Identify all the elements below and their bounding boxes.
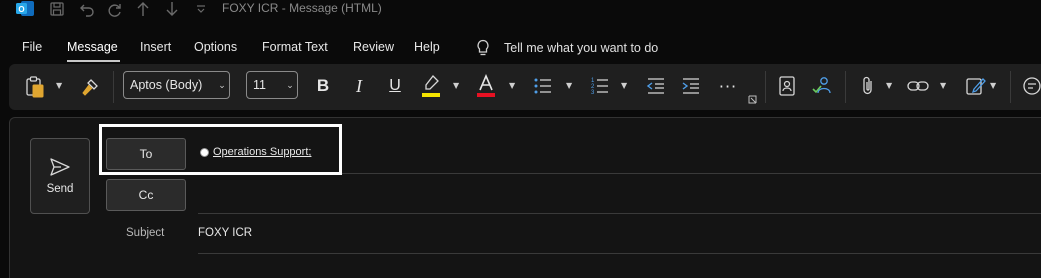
tab-options[interactable]: Options: [194, 40, 237, 54]
italic-icon[interactable]: I: [348, 75, 370, 97]
svg-text:O: O: [18, 5, 24, 14]
highlight-swatch: [422, 93, 440, 97]
font-color-icon[interactable]: [475, 73, 497, 99]
window-title: FOXY ICR - Message (HTML): [222, 1, 382, 15]
cc-field-underline: [198, 213, 1041, 214]
tab-help[interactable]: Help: [414, 40, 440, 54]
font-size-dropdown[interactable]: 11 ⌄: [246, 71, 298, 99]
increase-indent-icon[interactable]: [680, 75, 702, 97]
highlight-dropdown-icon[interactable]: ▼: [453, 81, 459, 90]
bold-icon[interactable]: B: [312, 75, 334, 97]
check-names-icon[interactable]: [811, 75, 835, 97]
link-dropdown-icon[interactable]: ▼: [940, 81, 946, 90]
tab-review[interactable]: Review: [353, 40, 394, 54]
format-painter-icon[interactable]: [79, 76, 101, 98]
ribbon-separator: [113, 71, 114, 103]
font-name-dropdown[interactable]: Aptos (Body) ⌄: [123, 71, 230, 99]
active-tab-indicator: [67, 60, 120, 62]
font-name-value: Aptos (Body): [130, 78, 203, 92]
next-item-icon[interactable]: [161, 0, 183, 18]
signature-dropdown-icon[interactable]: ▼: [990, 81, 996, 90]
link-icon[interactable]: [906, 75, 930, 97]
tell-me-search[interactable]: Tell me what you want to do: [476, 38, 658, 58]
dialog-launcher-icon[interactable]: [747, 94, 757, 104]
highlight-icon[interactable]: [420, 73, 442, 99]
decrease-indent-icon[interactable]: [645, 75, 667, 97]
underline-icon[interactable]: U: [384, 75, 406, 97]
numbering-icon[interactable]: 123: [589, 75, 611, 97]
ribbon-separator: [845, 71, 846, 103]
address-book-icon[interactable]: [776, 75, 798, 97]
more-ribbon-icon[interactable]: [1021, 75, 1041, 97]
send-label: Send: [46, 183, 74, 195]
tell-me-text: Tell me what you want to do: [504, 41, 659, 55]
bullets-icon[interactable]: [532, 75, 554, 97]
ribbon: ▼ Aptos (Body) ⌄ 11 ⌄ B I U ▼ ▼ ▼ 123 ▼ …: [9, 64, 1041, 110]
tab-insert[interactable]: Insert: [140, 40, 171, 54]
chevron-down-icon: ⌄: [218, 79, 226, 90]
highlight-box: [99, 124, 342, 175]
undo-icon[interactable]: [76, 0, 98, 18]
previous-item-icon[interactable]: [132, 0, 154, 18]
cc-label: Cc: [138, 188, 154, 202]
redo-icon[interactable]: [104, 0, 126, 18]
title-bar: O FOXY ICR - Message (HTML): [0, 0, 1041, 34]
ribbon-separator: [765, 71, 766, 103]
subject-label: Subject: [126, 227, 165, 239]
outlook-icon[interactable]: O: [14, 0, 36, 18]
send-icon: [49, 157, 71, 177]
tab-format-text[interactable]: Format Text: [262, 40, 328, 54]
font-color-dropdown-icon[interactable]: ▼: [509, 81, 515, 90]
signature-icon[interactable]: [964, 75, 988, 97]
subject-field-underline: [198, 253, 1041, 254]
chevron-down-icon: ⌄: [286, 79, 294, 90]
customize-quick-access-icon[interactable]: [192, 0, 210, 18]
cc-button[interactable]: Cc: [106, 179, 186, 211]
font-size-value: 11: [253, 78, 266, 92]
attach-file-icon[interactable]: [857, 75, 879, 97]
paste-icon[interactable]: [24, 76, 46, 98]
numbering-dropdown-icon[interactable]: ▼: [621, 81, 627, 90]
save-icon[interactable]: [46, 0, 68, 18]
tab-message[interactable]: Message: [67, 40, 118, 54]
lightbulb-icon: [476, 39, 490, 57]
more-icon[interactable]: ···: [716, 75, 740, 97]
send-button[interactable]: Send: [30, 138, 90, 214]
paste-dropdown-icon[interactable]: ▼: [56, 81, 62, 90]
font-color-swatch: [477, 93, 495, 97]
svg-text:3: 3: [591, 90, 595, 96]
ribbon-separator: [1010, 71, 1011, 103]
subject-input[interactable]: FOXY ICR: [198, 227, 252, 239]
bullets-dropdown-icon[interactable]: ▼: [566, 81, 572, 90]
tab-file[interactable]: File: [22, 40, 42, 54]
attach-file-dropdown-icon[interactable]: ▼: [886, 81, 892, 90]
